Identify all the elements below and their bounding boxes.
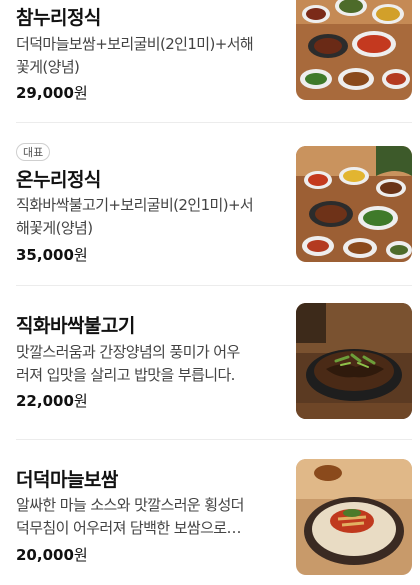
menu-item-bossam[interactable]: 더덕마늘보쌈 알싸한 마늘 소스와 맛깔스러운 횡성더 덕무침이 어우러져 담백… bbox=[0, 440, 420, 585]
menu-item-name: 참누리정식 bbox=[16, 7, 101, 29]
menu-item-price: 29,000원 bbox=[16, 84, 88, 102]
menu-item-photo bbox=[296, 0, 412, 100]
representative-badge: 대표 bbox=[16, 143, 51, 161]
menu-item-description: 직화바싹불고기+보리굴비(2인1미)+서 해꽃게(양념) bbox=[16, 196, 254, 237]
menu-item-bulgogi[interactable]: 직화바싹불고기 맛깔스러움과 간장양념의 풍미가 어우 러져 입맛을 살리고 밥… bbox=[0, 286, 420, 439]
menu-item-price: 20,000원 bbox=[16, 546, 88, 564]
menu-item-chamnuri[interactable]: 참누리정식 더덕마늘보쌈+보리굴비(2인1미)+서해 꽃게(양념) 29,000… bbox=[0, 0, 420, 120]
menu-item-photo bbox=[296, 303, 412, 419]
bossam-bowl-photo-icon bbox=[296, 459, 412, 575]
menu-item-name: 더덕마늘보쌈 bbox=[16, 469, 118, 491]
menu-item-description: 더덕마늘보쌈+보리굴비(2인1미)+서해 꽃게(양념) bbox=[16, 35, 254, 76]
menu-item-price: 22,000원 bbox=[16, 392, 88, 410]
menu-item-description: 맛깔스러움과 간장양념의 풍미가 어우 러져 입맛을 살리고 밥맛을 부릅니다. bbox=[16, 343, 240, 384]
menu-item-name: 온누리정식 bbox=[16, 169, 101, 191]
korean-set-meal-photo-icon bbox=[296, 0, 412, 100]
menu-item-description: 알싸한 마늘 소스와 맛깔스러운 횡성더 덕무침이 어우러져 담백한 보쌈으로… bbox=[16, 496, 244, 537]
menu-item-price: 35,000원 bbox=[16, 246, 88, 264]
menu-item-photo bbox=[296, 146, 412, 262]
menu-item-onnuri[interactable]: 대표 온누리정식 직화바싹불고기+보리굴비(2인1미)+서 해꽃게(양념) 35… bbox=[0, 123, 420, 285]
korean-set-meal-photo-icon bbox=[296, 146, 412, 262]
menu-item-photo bbox=[296, 459, 412, 575]
bulgogi-plate-photo-icon bbox=[296, 303, 412, 419]
menu-item-name: 직화바싹불고기 bbox=[16, 315, 135, 337]
